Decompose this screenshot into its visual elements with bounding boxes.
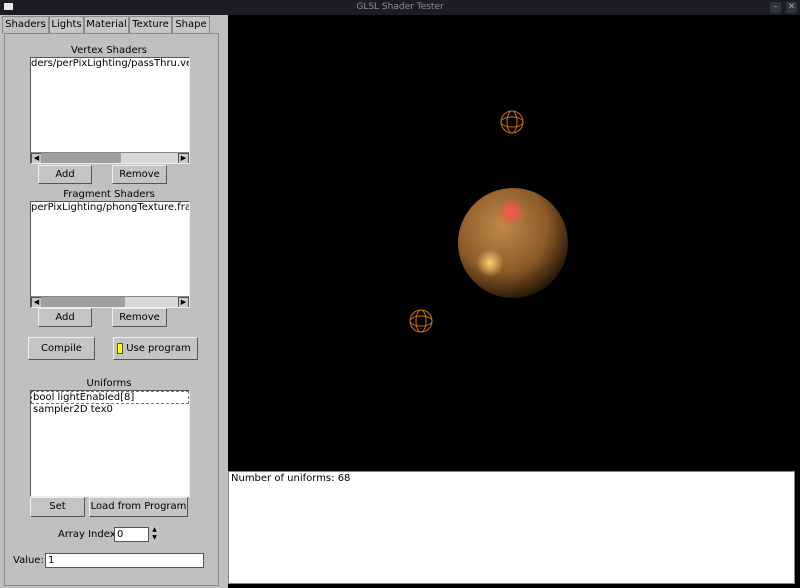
vertex-add-button[interactable]: Add: [38, 165, 92, 184]
yellow-highlight: [476, 249, 504, 277]
array-index-spinner[interactable]: ▲ ▼: [150, 526, 159, 542]
uniforms-list[interactable]: bool lightEnabled[8] sampler2D tex0: [30, 390, 190, 497]
tab-shape[interactable]: Shape: [172, 16, 210, 33]
light-gizmo-2[interactable]: [409, 309, 433, 333]
set-button[interactable]: Set: [30, 497, 85, 517]
tab-lights[interactable]: Lights: [49, 16, 84, 33]
panel-scrollbar[interactable]: [218, 33, 227, 585]
fragment-remove-button[interactable]: Remove: [112, 308, 167, 327]
output-log[interactable]: Number of uniforms: 68: [228, 471, 795, 584]
list-item[interactable]: ders/perPixLighting/passThru.vert: [31, 58, 189, 69]
horizontal-scrollbar[interactable]: ◀ ▶: [31, 152, 189, 163]
compile-button[interactable]: Compile: [28, 337, 95, 360]
vertex-remove-button[interactable]: Remove: [112, 165, 167, 184]
array-index-input[interactable]: 0: [114, 527, 149, 542]
red-highlight: [497, 198, 525, 226]
use-program-checkbox[interactable]: Use program: [113, 337, 198, 360]
vertex-shaders-label: Vertex Shaders: [71, 45, 147, 56]
fragment-shaders-label: Fragment Shaders: [63, 189, 155, 200]
window-title: GLSL Shader Tester: [356, 2, 444, 12]
spin-up-icon[interactable]: ▲: [150, 526, 159, 534]
window-menu-icon[interactable]: [4, 3, 13, 10]
title-bar: GLSL Shader Tester: [0, 0, 800, 15]
array-index-label: Array Index: [58, 529, 116, 540]
close-button[interactable]: ✕: [786, 2, 797, 13]
tab-texture[interactable]: Texture: [129, 16, 172, 33]
scroll-right-icon[interactable]: ▶: [178, 297, 189, 307]
value-input[interactable]: 1: [45, 553, 204, 568]
vertex-shader-list[interactable]: ders/perPixLighting/passThru.vert ◀ ▶: [30, 57, 190, 164]
use-program-label: Use program: [126, 343, 191, 354]
scroll-right-icon[interactable]: ▶: [178, 153, 189, 163]
light-gizmo-1[interactable]: [500, 110, 524, 134]
scroll-thumb[interactable]: [41, 153, 121, 163]
value-label: Value:: [13, 555, 44, 566]
render-scene: [409, 110, 568, 333]
gl-viewport[interactable]: [228, 15, 800, 470]
list-item[interactable]: perPixLighting/phongTexture.frag: [31, 202, 189, 213]
spin-down-icon[interactable]: ▼: [150, 534, 159, 542]
tab-material[interactable]: Material: [84, 16, 129, 33]
list-item[interactable]: bool lightEnabled[8]: [31, 391, 189, 404]
fragment-add-button[interactable]: Add: [38, 308, 92, 327]
minimize-button[interactable]: –: [770, 2, 781, 13]
scroll-thumb[interactable]: [41, 297, 125, 307]
checkbox-indicator-icon: [117, 342, 123, 354]
output-text: Number of uniforms: 68: [231, 473, 351, 484]
uniforms-label: Uniforms: [86, 378, 132, 389]
horizontal-scrollbar[interactable]: ◀ ▶: [31, 296, 189, 307]
load-from-program-button[interactable]: Load from Program: [89, 497, 188, 517]
tab-shaders[interactable]: Shaders: [2, 16, 49, 34]
list-item[interactable]: sampler2D tex0: [31, 404, 189, 415]
fragment-shader-list[interactable]: perPixLighting/phongTexture.frag ◀ ▶: [30, 201, 190, 308]
